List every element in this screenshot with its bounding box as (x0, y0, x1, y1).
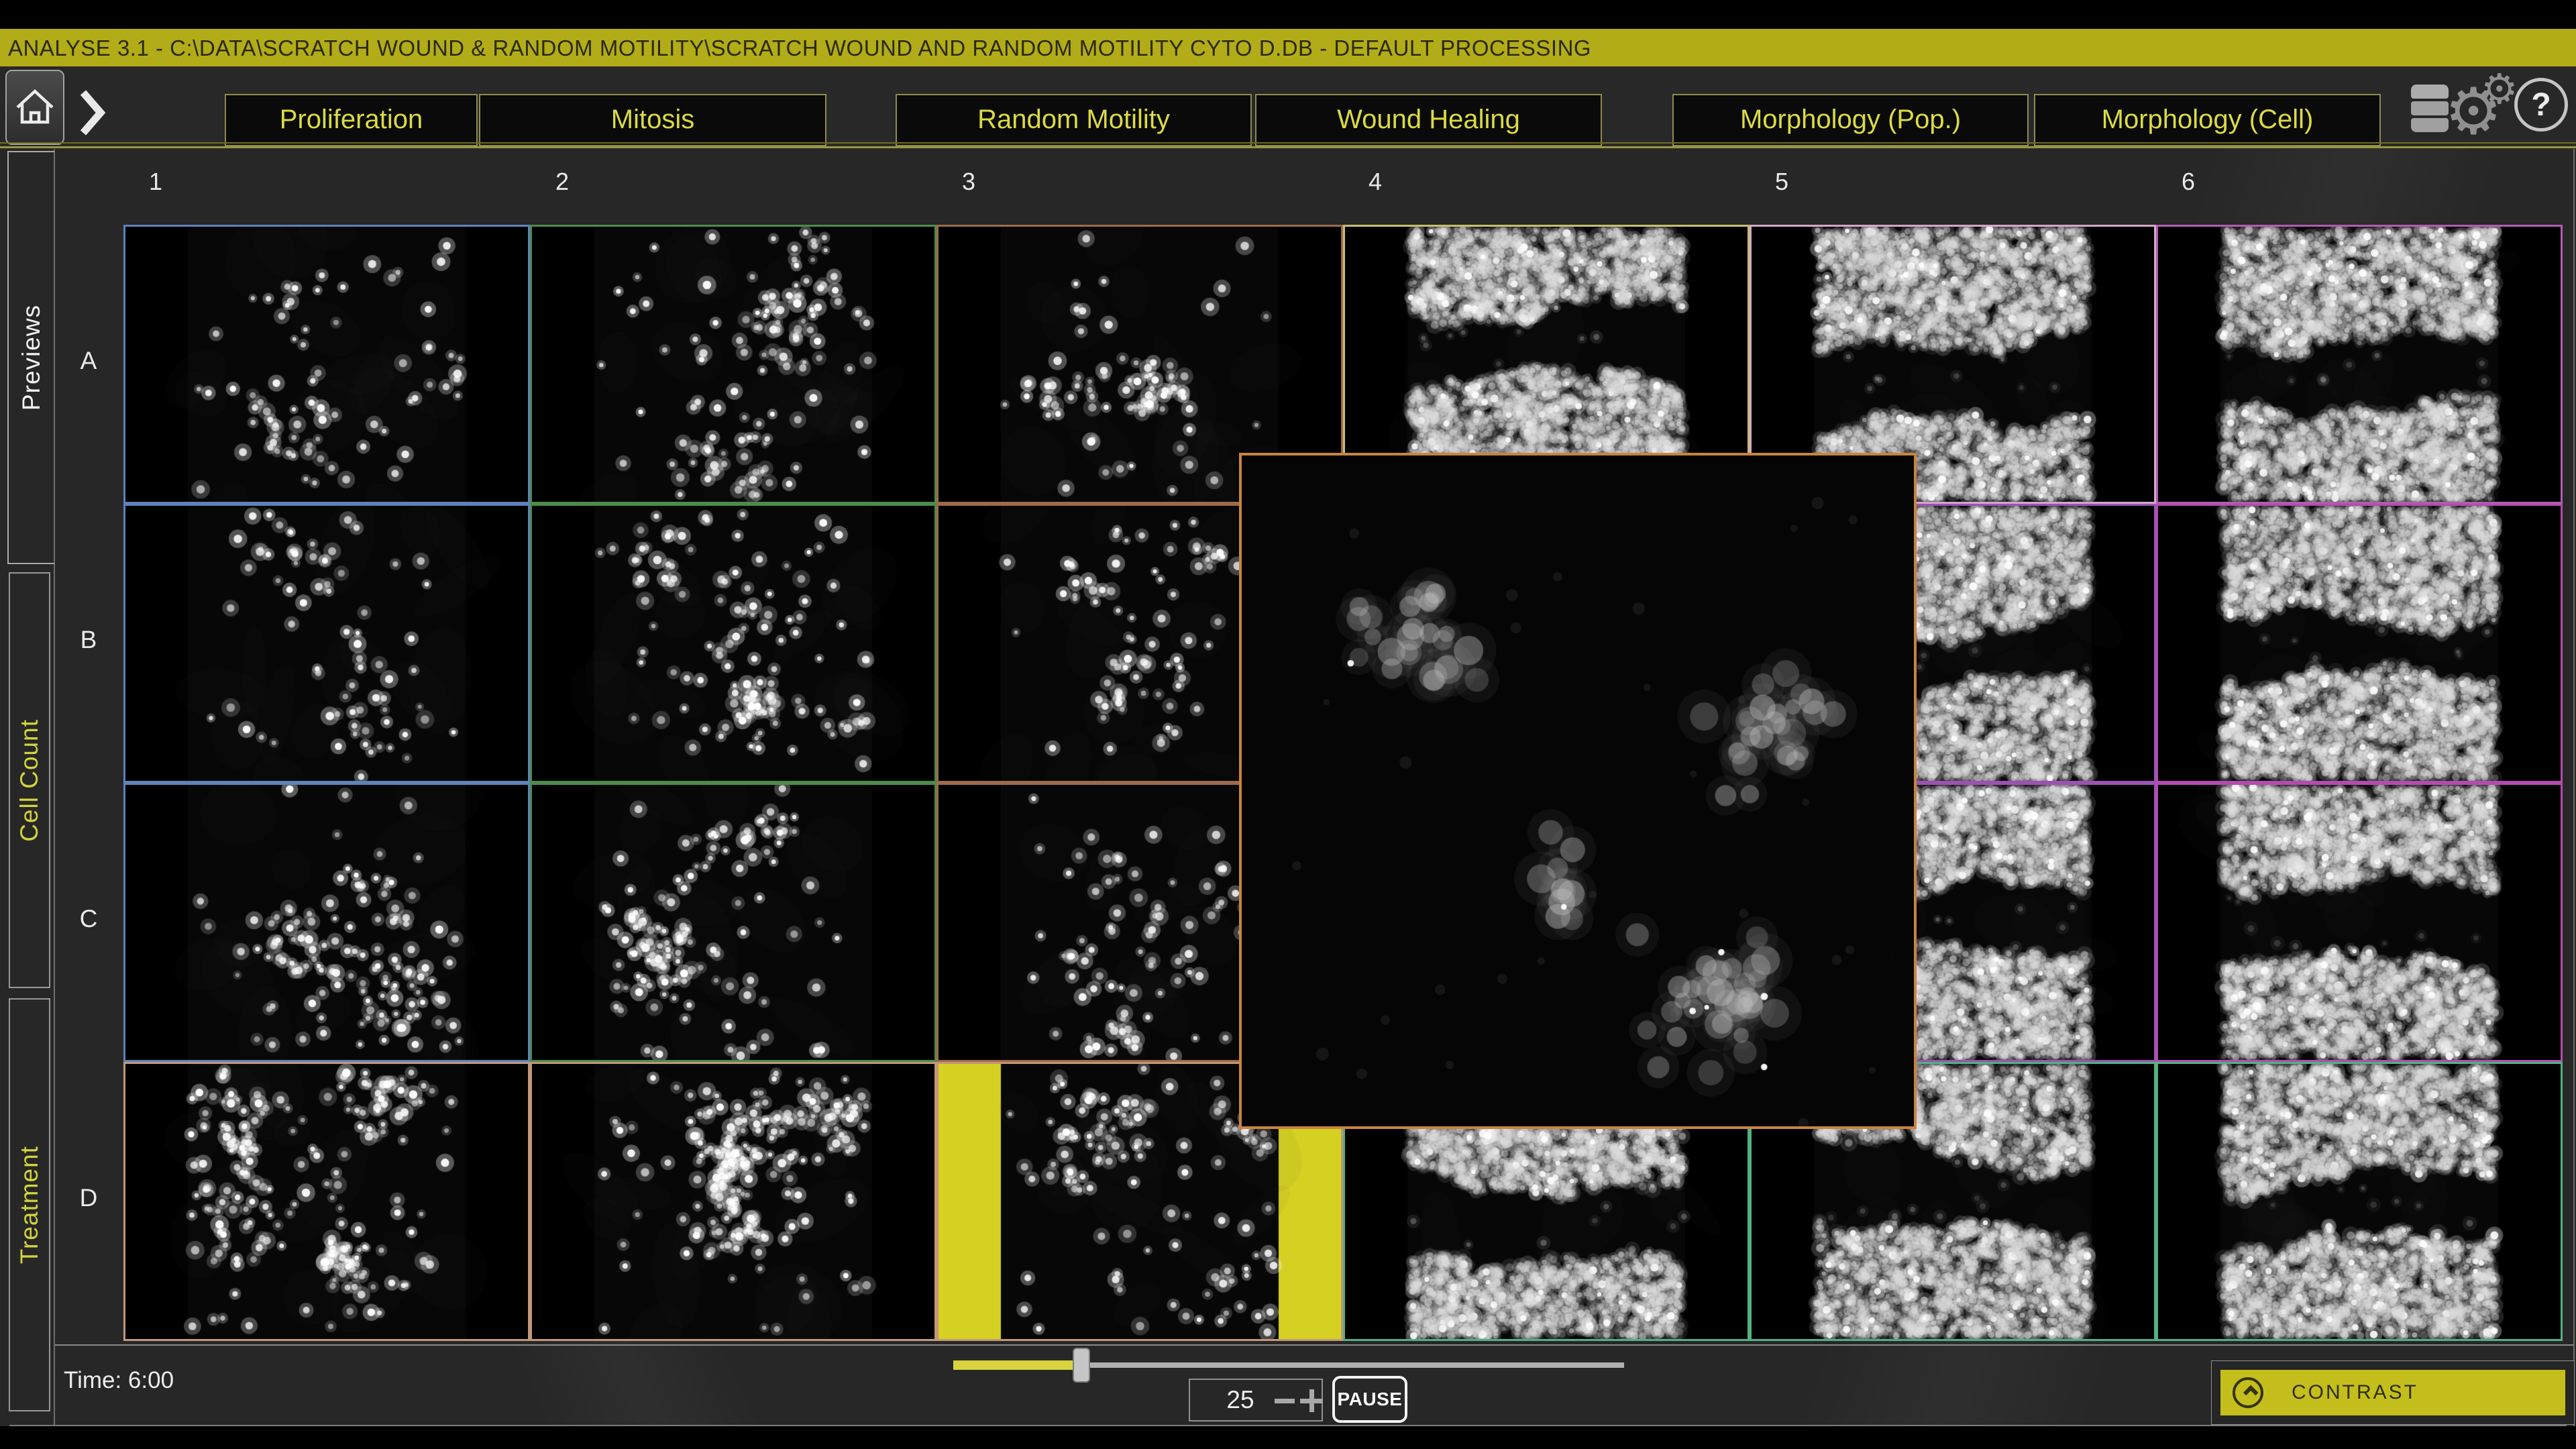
well-image-B2 (532, 506, 934, 781)
well-image-D1 (125, 1064, 528, 1339)
row-header-D: D (67, 1184, 110, 1212)
row-header-A: A (67, 347, 110, 375)
well-A6[interactable] (2156, 225, 2563, 504)
contrast-button[interactable]: CONTRAST (2220, 1370, 2565, 1415)
timeline-slider-fill[interactable] (953, 1360, 1074, 1370)
well-image-C2 (532, 785, 934, 1060)
expand-chevron-icon[interactable] (79, 90, 107, 136)
well-C2[interactable] (530, 783, 936, 1062)
settings-gear-small-icon[interactable]: ⚙ (2481, 68, 2518, 110)
well-image-C6 (2158, 785, 2561, 1060)
well-image-C1 (125, 785, 528, 1060)
well-C6[interactable] (2156, 783, 2563, 1062)
well-C1[interactable] (123, 783, 530, 1062)
well-image-A6 (2158, 227, 2561, 502)
well-D1[interactable] (123, 1062, 530, 1341)
column-header-6: 6 (2167, 168, 2210, 196)
help-icon[interactable]: ? (2514, 78, 2568, 131)
column-header-1: 1 (134, 168, 177, 196)
panel-border (2573, 149, 2575, 1426)
column-header-3: 3 (947, 168, 990, 196)
speed-stepper: 25 (1189, 1379, 1323, 1421)
toolbar-separator-accent (0, 146, 2576, 148)
contrast-panel: CONTRAST (2211, 1360, 2575, 1425)
tab-random-motility[interactable]: Random Motility (896, 94, 1252, 146)
tab-morphology-cell[interactable]: Morphology (Cell) (2034, 94, 2381, 146)
speed-value: 25 (1217, 1386, 1264, 1414)
window-title: ANALYSE 3.1 - C:\DATA\SCRATCH WOUND & RA… (8, 29, 1591, 66)
home-icon (13, 85, 56, 131)
window-bottom-border (9, 1425, 2567, 1426)
row-header-B: B (67, 626, 110, 654)
sidebar-item-label: Previews (17, 305, 46, 411)
sidebar-item-cell-count[interactable]: Cell Count (9, 572, 50, 988)
well-B2[interactable] (530, 504, 936, 783)
well-image-B1 (125, 506, 528, 781)
column-header-4: 4 (1354, 168, 1397, 196)
sidebar-item-previews[interactable]: Previews (7, 151, 54, 564)
tab-morphology-pop[interactable]: Morphology (Pop.) (1672, 94, 2029, 146)
tab-mitosis[interactable]: Mitosis (479, 94, 826, 146)
well-B6[interactable] (2156, 504, 2563, 783)
well-A1[interactable] (123, 225, 530, 504)
well-image-D6 (2158, 1064, 2561, 1339)
sidebar-item-treatment[interactable]: Treatment (9, 998, 50, 1411)
well-D2[interactable] (530, 1062, 936, 1341)
column-header-5: 5 (1760, 168, 1803, 196)
tab-wound-healing[interactable]: Wound Healing (1255, 94, 1602, 146)
layers-icon[interactable] (2411, 85, 2449, 134)
decrease-icon[interactable] (1275, 1399, 1295, 1403)
title-bar: ANALYSE 3.1 - C:\DATA\SCRATCH WOUND & RA… (0, 29, 2576, 66)
contrast-label: CONTRAST (2292, 1381, 2418, 1404)
toolbar-separator (0, 142, 2576, 144)
time-label: Time: 6:00 (64, 1367, 174, 1394)
column-header-2: 2 (541, 168, 584, 196)
tab-proliferation[interactable]: Proliferation (225, 94, 478, 146)
timeline-slider-thumb[interactable] (1073, 1348, 1090, 1383)
grid-separator (55, 1344, 2573, 1346)
well-image-A1 (125, 227, 528, 502)
sidebar-item-label: Treatment (15, 1146, 44, 1264)
home-button[interactable] (5, 70, 64, 145)
well-image-B6 (2158, 506, 2561, 781)
well-image-A2 (532, 227, 934, 502)
enlarged-well-popup[interactable] (1239, 453, 1917, 1129)
well-B1[interactable] (123, 504, 530, 783)
increase-icon[interactable] (1300, 1389, 1323, 1412)
row-header-C: C (67, 905, 110, 933)
sidebar-item-label: Cell Count (15, 719, 44, 842)
well-D6[interactable] (2156, 1062, 2563, 1341)
pause-button[interactable]: PAUSE (1332, 1376, 1407, 1423)
well-A2[interactable] (530, 225, 936, 504)
well-image-D2 (532, 1064, 934, 1339)
chevron-up-icon (2233, 1377, 2263, 1408)
app-window: ANALYSE 3.1 - C:\DATA\SCRATCH WOUND & RA… (0, 0, 2576, 1449)
enlarged-well-image (1242, 455, 1914, 1126)
